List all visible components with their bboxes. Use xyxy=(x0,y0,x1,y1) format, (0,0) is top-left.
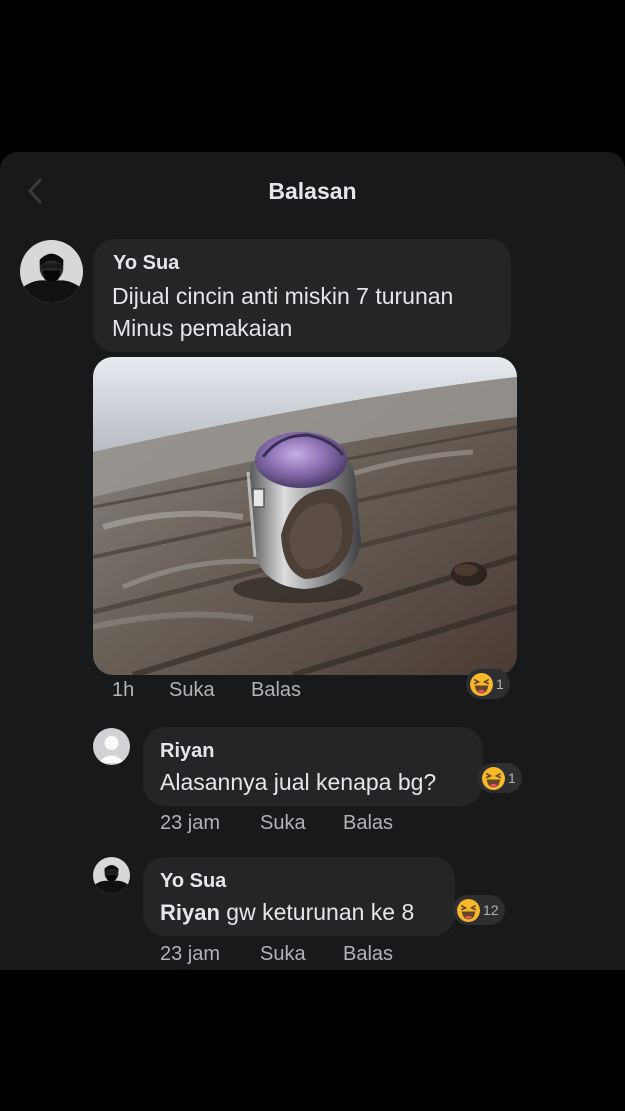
reply-button[interactable]: Balas xyxy=(343,943,393,966)
comment-text: Minus pemakaian xyxy=(112,315,293,341)
reply-button[interactable]: Balas xyxy=(343,812,393,835)
comment-text: Alasannya jual kenapa bg? xyxy=(160,769,437,795)
page-title: Balasan xyxy=(268,178,357,204)
default-avatar-icon xyxy=(98,736,125,763)
haha-reaction-icon xyxy=(456,898,481,923)
comment-text: Dijual cincin anti miskin 7 turunan xyxy=(112,283,454,309)
comment-text-body: gw keturunan ke 8 xyxy=(219,899,415,925)
header: Balasan xyxy=(0,152,625,232)
comment-author[interactable]: Riyan xyxy=(160,740,214,763)
avatar[interactable] xyxy=(93,728,130,765)
reply-time: 23 jam xyxy=(160,943,221,965)
reaction-summary[interactable]: 12 xyxy=(453,895,505,925)
ring-photo-image xyxy=(93,357,517,675)
reaction-count: 12 xyxy=(483,902,499,918)
post-time: 1h xyxy=(112,679,135,701)
like-button[interactable]: Suka xyxy=(260,812,306,835)
replies-screen: Balasan Yo Sua Dijual cincin anti miskin… xyxy=(0,152,625,970)
comment-bubble[interactable]: Yo Sua Riyan gw keturunan ke 8 xyxy=(143,857,455,936)
comment-bubble[interactable]: Riyan Alasannya jual kenapa bg? xyxy=(143,727,483,806)
comment-author[interactable]: Yo Sua xyxy=(113,252,179,275)
haha-reaction-icon xyxy=(469,672,494,697)
reaction-summary[interactable]: 1 xyxy=(466,669,510,699)
reaction-summary[interactable]: 1 xyxy=(478,763,522,793)
reaction-count: 1 xyxy=(508,770,516,786)
like-button[interactable]: Suka xyxy=(260,943,306,966)
reply-time: 23 jam xyxy=(160,812,221,834)
haha-reaction-icon xyxy=(481,766,506,791)
reaction-count: 1 xyxy=(496,676,504,692)
like-button[interactable]: Suka xyxy=(169,679,215,702)
comment-text: Riyan gw keturunan ke 8 xyxy=(160,896,414,929)
reply-button[interactable]: Balas xyxy=(251,679,301,702)
ring-photo[interactable] xyxy=(93,357,517,675)
avatar[interactable] xyxy=(93,857,130,894)
mention-link[interactable]: Riyan xyxy=(160,900,220,925)
comment-bubble[interactable]: Yo Sua Dijual cincin anti miskin 7 turun… xyxy=(93,239,511,352)
avatar[interactable] xyxy=(20,240,83,303)
comment-author[interactable]: Yo Sua xyxy=(160,870,226,893)
